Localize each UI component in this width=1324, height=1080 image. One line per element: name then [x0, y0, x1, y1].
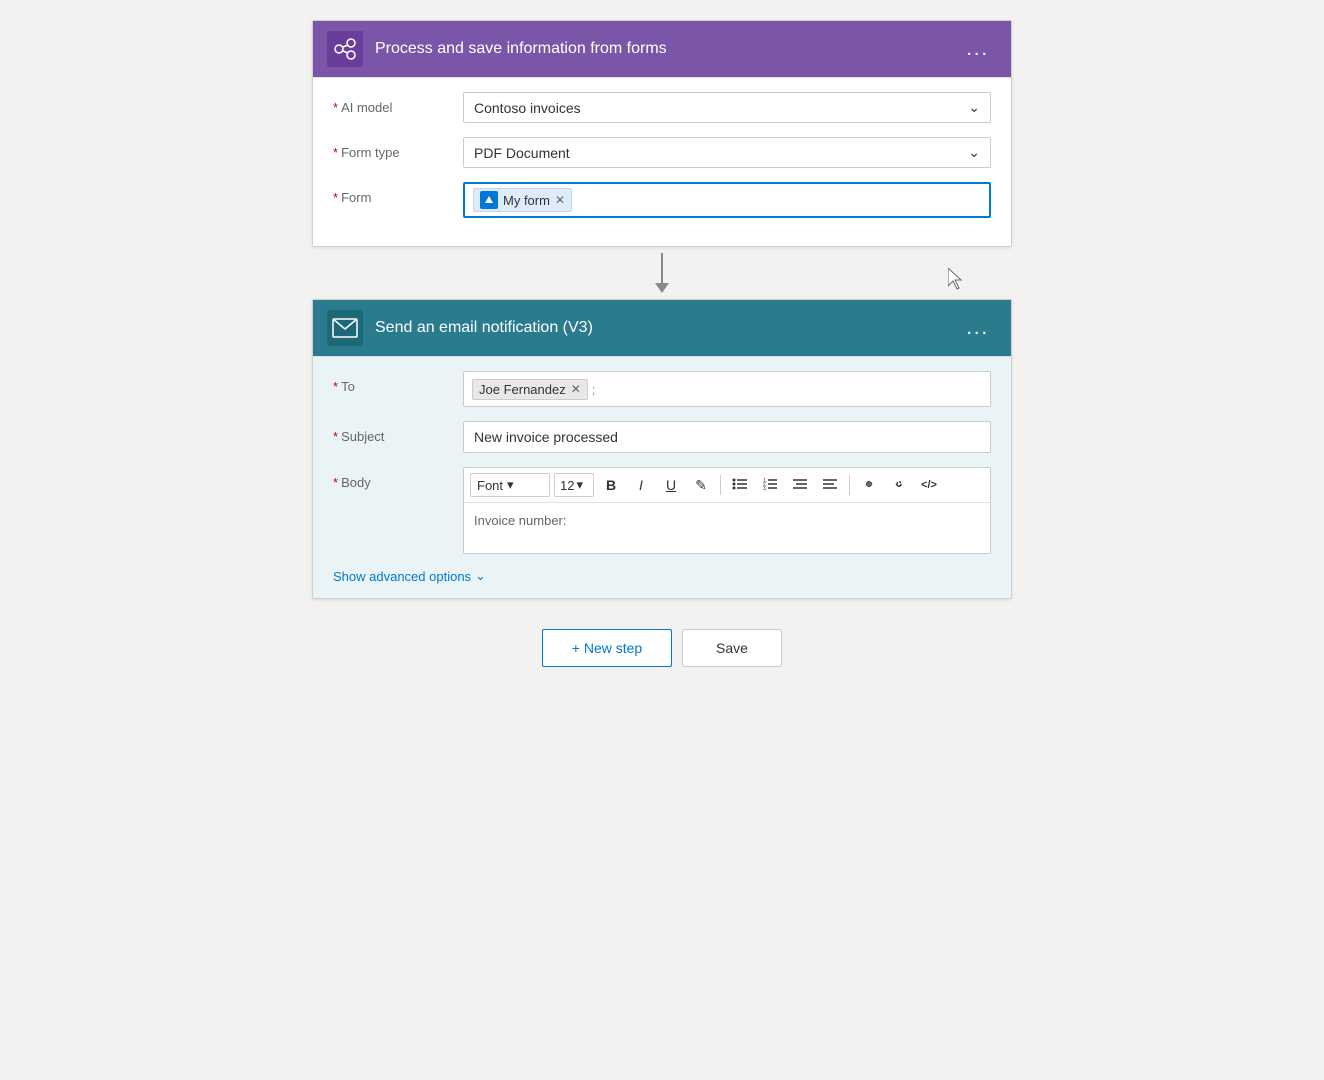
ai-model-label: *AI model: [333, 92, 463, 115]
font-size-chevron-icon: ▾: [576, 477, 583, 493]
underline-button[interactable]: U: [658, 472, 684, 498]
form-tag: My form ✕: [473, 188, 572, 212]
bottom-actions: + New step Save: [542, 629, 782, 667]
form-type-row: *Form type PDF Document ⌄: [333, 137, 991, 168]
to-field[interactable]: Joe Fernandez ✕ ;: [463, 371, 991, 407]
show-advanced-label: Show advanced options: [333, 569, 471, 584]
to-tag: Joe Fernandez ✕: [472, 379, 588, 400]
form-type-label: *Form type: [333, 137, 463, 160]
font-chevron-icon: ▾: [507, 477, 514, 493]
to-required: *: [333, 379, 338, 394]
to-label: *To: [333, 371, 463, 394]
link-icon: [861, 477, 877, 494]
form-type-control: PDF Document ⌄: [463, 137, 991, 168]
indent-less-icon: [792, 477, 808, 494]
card2-header: Send an email notification (V3) ...: [313, 300, 1011, 357]
subject-control: [463, 421, 991, 453]
italic-button[interactable]: I: [628, 472, 654, 498]
svg-text:3.: 3.: [763, 486, 767, 491]
body-row: *Body Font ▾ 12 ▾: [333, 467, 991, 554]
bullet-list-icon: [732, 477, 748, 494]
form-tag-input[interactable]: My form ✕: [463, 182, 991, 218]
form-row: *Form My form ✕: [333, 182, 991, 218]
show-advanced-chevron-icon: ⌄: [475, 568, 486, 584]
unlink-button[interactable]: [886, 472, 912, 498]
body-editor: Font ▾ 12 ▾ B: [463, 467, 991, 554]
to-field-separator: ;: [592, 382, 596, 397]
highlight-icon: ✎: [695, 477, 707, 494]
toolbar-divider-2: [849, 475, 850, 495]
font-size-select[interactable]: 12 ▾: [554, 473, 594, 497]
to-tag-close-icon[interactable]: ✕: [571, 382, 581, 396]
step-card-1: Process and save information from forms …: [312, 20, 1012, 247]
form-required: *: [333, 190, 338, 205]
subject-row: *Subject: [333, 421, 991, 453]
arrow-line: [661, 253, 663, 283]
link-button[interactable]: [856, 472, 882, 498]
numbered-list-button[interactable]: 1.2.3.: [757, 472, 783, 498]
form-tag-icon: [480, 191, 498, 209]
indent-more-button[interactable]: [817, 472, 843, 498]
bold-icon: B: [606, 477, 616, 493]
card2-body: *To Joe Fernandez ✕ ; *Subject: [313, 357, 1011, 598]
code-icon: </>: [921, 479, 937, 491]
card1-more-button[interactable]: ...: [958, 34, 997, 65]
body-control: Font ▾ 12 ▾ B: [463, 467, 991, 554]
form-tag-text: My form: [503, 193, 550, 208]
underline-icon: U: [666, 477, 676, 493]
code-button[interactable]: </>: [916, 472, 942, 498]
card1-body: *AI model Contoso invoices ⌄ *Form type …: [313, 78, 1011, 246]
card2-more-button[interactable]: ...: [958, 313, 997, 344]
body-toolbar: Font ▾ 12 ▾ B: [464, 468, 990, 503]
indent-more-icon: [822, 477, 838, 494]
font-size-value: 12: [560, 478, 574, 493]
to-row: *To Joe Fernandez ✕ ;: [333, 371, 991, 407]
save-button[interactable]: Save: [682, 629, 782, 667]
numbered-list-icon: 1.2.3.: [762, 477, 778, 494]
form-type-chevron-icon: ⌄: [968, 144, 980, 161]
body-required: *: [333, 475, 338, 490]
form-type-required: *: [333, 145, 338, 160]
bullet-list-button[interactable]: [727, 472, 753, 498]
card1-icon: [327, 31, 363, 67]
highlight-button[interactable]: ✎: [688, 472, 714, 498]
body-label: *Body: [333, 467, 463, 490]
ai-model-control: Contoso invoices ⌄: [463, 92, 991, 123]
body-content[interactable]: Invoice number:: [464, 503, 990, 553]
ai-model-dropdown[interactable]: Contoso invoices ⌄: [463, 92, 991, 123]
bold-button[interactable]: B: [598, 472, 624, 498]
ai-model-row: *AI model Contoso invoices ⌄: [333, 92, 991, 123]
form-control: My form ✕: [463, 182, 991, 218]
show-advanced-options[interactable]: Show advanced options ⌄: [333, 568, 991, 584]
subject-input[interactable]: [463, 421, 991, 453]
form-type-dropdown[interactable]: PDF Document ⌄: [463, 137, 991, 168]
form-label: *Form: [333, 182, 463, 205]
to-tag-text: Joe Fernandez: [479, 382, 566, 397]
font-select[interactable]: Font ▾: [470, 473, 550, 497]
card1-header: Process and save information from forms …: [313, 21, 1011, 78]
subject-required: *: [333, 429, 338, 444]
italic-icon: I: [639, 477, 643, 493]
subject-label: *Subject: [333, 421, 463, 444]
body-text: Invoice number:: [474, 513, 567, 528]
unlink-icon: [891, 477, 907, 494]
ai-model-required: *: [333, 100, 338, 115]
card2-icon: [327, 310, 363, 346]
step-card-2: Send an email notification (V3) ... *To …: [312, 299, 1012, 599]
card1-title: Process and save information from forms: [375, 40, 958, 58]
form-tag-close-icon[interactable]: ✕: [555, 193, 565, 207]
new-step-button[interactable]: + New step: [542, 629, 672, 667]
indent-less-button[interactable]: [787, 472, 813, 498]
font-label: Font: [477, 478, 503, 493]
arrow-head: [655, 283, 669, 293]
toolbar-divider-1: [720, 475, 721, 495]
arrow-connector: [655, 247, 669, 299]
ai-model-chevron-icon: ⌄: [968, 99, 980, 116]
card2-title: Send an email notification (V3): [375, 319, 958, 337]
to-control: Joe Fernandez ✕ ;: [463, 371, 991, 407]
